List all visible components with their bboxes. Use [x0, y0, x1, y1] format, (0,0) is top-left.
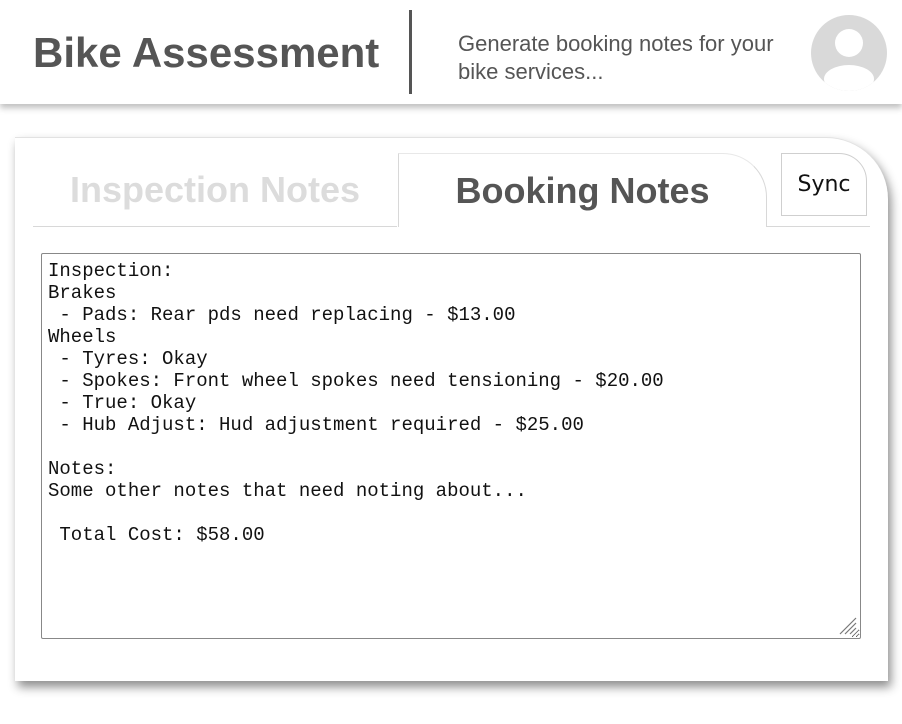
sync-button[interactable]: Sync: [781, 153, 867, 216]
resize-grip-icon[interactable]: [837, 615, 857, 635]
tab-booking-notes[interactable]: Booking Notes: [398, 153, 767, 227]
tab-divider-line: [766, 226, 870, 227]
tab-inspection-notes[interactable]: Inspection Notes: [33, 153, 397, 227]
notes-card: Inspection Notes Booking Notes Sync: [15, 137, 888, 681]
app-header: Bike Assessment Generate booking notes f…: [0, 0, 902, 104]
header-divider: [409, 10, 412, 94]
app-title: Bike Assessment: [33, 29, 380, 76]
user-avatar-icon[interactable]: [811, 15, 887, 91]
booking-notes-textarea[interactable]: [41, 253, 861, 639]
app-subtitle: Generate booking notes for your bike ser…: [458, 31, 774, 84]
